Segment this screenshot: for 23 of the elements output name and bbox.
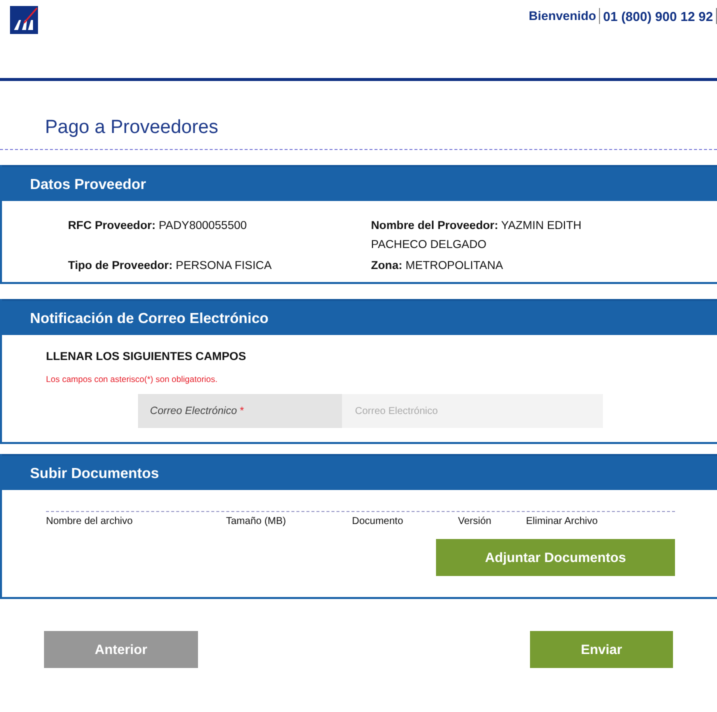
section-header: Datos Proveedor xyxy=(2,165,717,201)
provider-field: RFC Proveedor: PADY800055500 xyxy=(68,217,371,255)
provider-field: Zona: METROPOLITANA xyxy=(371,257,621,276)
previous-button[interactable]: Anterior xyxy=(44,631,198,668)
section-header: Notificación de Correo Electrónico xyxy=(2,299,717,335)
email-field[interactable]: Correo Electrónico xyxy=(342,394,603,428)
column-header: Tamaño (MB) xyxy=(226,516,288,527)
section-header: Subir Documentos xyxy=(2,454,717,490)
phone-number: 01 (800) 900 12 92 xyxy=(603,8,713,24)
provider-field: Tipo de Proveedor: PERSONA FISICA xyxy=(68,257,371,276)
column-header: Eliminar Archivo xyxy=(526,516,599,527)
column-header: Documento xyxy=(352,516,404,527)
submit-button[interactable]: Enviar xyxy=(530,631,673,668)
attach-button[interactable]: Adjuntar Documentos xyxy=(436,539,675,576)
logo-icon xyxy=(10,6,38,34)
required-note: Los campos con asterisco(*) son obligatorios. xyxy=(46,374,218,384)
column-header: Nombre del archivo xyxy=(46,516,134,527)
welcome-text: Bienvenido xyxy=(528,9,596,23)
field-label: Correo Electrónico * xyxy=(138,394,342,428)
column-header: Versión xyxy=(458,516,492,527)
page-title: Pago a Proveedores xyxy=(45,117,220,140)
instruction-text: LLENAR LOS SIGUIENTES CAMPOS xyxy=(46,351,247,363)
provider-field: Nombre del Proveedor: YAZMIN EDITH PACHECO DELGADO xyxy=(371,217,621,255)
